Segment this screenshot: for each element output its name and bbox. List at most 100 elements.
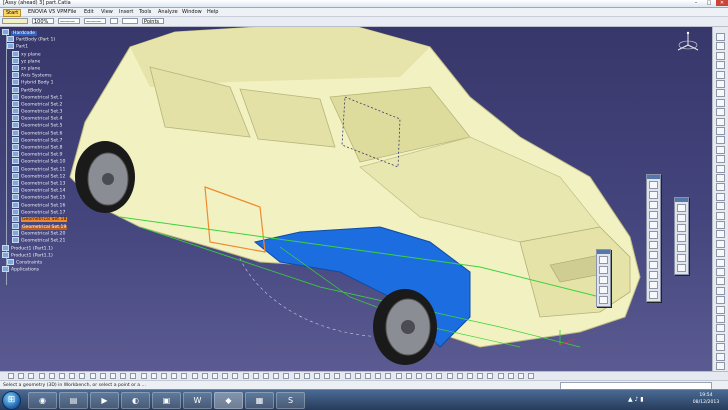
- tool-icon[interactable]: [677, 224, 686, 232]
- tool-icon[interactable]: [599, 276, 608, 284]
- tree-node[interactable]: Constraints: [2, 259, 70, 266]
- tool-icon[interactable]: [293, 373, 300, 379]
- tool-icon[interactable]: [716, 145, 725, 154]
- tool-icon[interactable]: [467, 373, 473, 379]
- tool-icon[interactable]: [252, 373, 259, 379]
- tree-node[interactable]: Axis Systems: [2, 72, 70, 79]
- tool-icon[interactable]: [649, 221, 658, 229]
- compass-icon[interactable]: [676, 31, 700, 55]
- tool-icon[interactable]: [649, 191, 658, 199]
- tool-icon[interactable]: [181, 373, 188, 379]
- taskbar-app-media[interactable]: ▶: [90, 392, 119, 409]
- tool-icon[interactable]: [716, 98, 725, 107]
- tool-icon[interactable]: [716, 174, 725, 182]
- tool-icon[interactable]: [497, 373, 504, 379]
- tool-icon[interactable]: [599, 286, 608, 294]
- tool-icon[interactable]: [716, 51, 725, 60]
- tree-node[interactable]: Part1: [2, 43, 70, 50]
- tool-icon[interactable]: [649, 261, 658, 269]
- tool-icon[interactable]: [677, 244, 686, 252]
- tree-node[interactable]: Geometrical Set.11: [2, 165, 70, 173]
- menu-analyze[interactable]: Analyze: [158, 8, 178, 16]
- tree-node[interactable]: Geometrical Set.14: [2, 187, 70, 194]
- tool-icon[interactable]: [716, 211, 725, 220]
- menu-insert[interactable]: Insert: [119, 8, 133, 16]
- tool-icon[interactable]: [716, 42, 725, 51]
- tree-node[interactable]: Geometrical Set.6: [2, 129, 70, 137]
- tool-icon[interactable]: [89, 373, 96, 379]
- tool-icon[interactable]: [716, 70, 725, 79]
- tool-icon[interactable]: [649, 251, 658, 259]
- tool-icon[interactable]: [375, 373, 382, 379]
- tool-icon[interactable]: [518, 373, 524, 379]
- tool-icon[interactable]: [456, 373, 463, 379]
- tool-icon[interactable]: [716, 333, 725, 342]
- tool-icon[interactable]: [212, 373, 218, 379]
- symbol-field[interactable]: [110, 18, 118, 24]
- tool-icon[interactable]: [716, 80, 725, 88]
- tool-icon[interactable]: [8, 373, 14, 379]
- tree-node[interactable]: Hybrid Body 1: [2, 79, 70, 86]
- tool-icon[interactable]: [599, 296, 608, 304]
- tool-icon[interactable]: [649, 231, 658, 239]
- tree-node[interactable]: Geometrical Set.7: [2, 136, 70, 144]
- tool-icon[interactable]: [649, 271, 658, 279]
- tool-icon[interactable]: [716, 230, 725, 239]
- tool-icon[interactable]: [677, 214, 686, 222]
- tree-node[interactable]: Geometrical Set.13: [2, 179, 70, 187]
- tool-icon[interactable]: [677, 254, 686, 262]
- tool-icon[interactable]: [487, 373, 494, 379]
- system-tray[interactable]: ▲ ♪ ▮: [628, 396, 644, 403]
- menu-edit[interactable]: Edit: [84, 8, 94, 16]
- tool-icon[interactable]: [716, 277, 725, 286]
- tool-icon[interactable]: [716, 136, 725, 145]
- tool-icon[interactable]: [677, 204, 686, 212]
- menu-enovia[interactable]: ENOVIA V5 VPM: [28, 8, 68, 16]
- taskbar-app-skype[interactable]: S: [276, 392, 305, 409]
- tree-node[interactable]: Geometrical Set.18: [2, 215, 70, 223]
- tool-icon[interactable]: [649, 241, 658, 249]
- color-field[interactable]: [2, 18, 28, 24]
- tool-icon[interactable]: [677, 234, 686, 242]
- tool-icon[interactable]: [232, 373, 239, 379]
- 3d-viewport[interactable]: Hardcode PartBody (Part 1) Part1 xy plane yz…: [0, 27, 712, 371]
- tool-icon[interactable]: [28, 373, 35, 379]
- tool-icon[interactable]: [507, 373, 514, 379]
- tool-icon[interactable]: [477, 373, 484, 379]
- tool-icon[interactable]: [649, 291, 658, 299]
- tool-icon[interactable]: [110, 373, 116, 379]
- tool-icon[interactable]: [716, 268, 725, 276]
- tool-icon[interactable]: [716, 343, 725, 352]
- tool-icon[interactable]: [314, 373, 320, 379]
- taskbar-app-explorer[interactable]: ▤: [59, 392, 88, 409]
- tree-node[interactable]: PartBody (Part 1): [2, 36, 70, 43]
- tree-node[interactable]: Geometrical Set.10: [2, 158, 70, 165]
- tool-icon[interactable]: [649, 281, 658, 289]
- layer-field[interactable]: Points: [142, 18, 164, 25]
- tool-icon[interactable]: [716, 258, 725, 267]
- minimize-button[interactable]: –: [690, 0, 702, 6]
- menu-tools[interactable]: Tools: [139, 8, 151, 16]
- tool-icon[interactable]: [395, 373, 402, 379]
- tool-icon[interactable]: [716, 249, 725, 258]
- tree-node[interactable]: yz plane: [2, 57, 70, 65]
- tool-icon[interactable]: [716, 127, 725, 135]
- clock[interactable]: 19:54 08/12/2013: [688, 392, 724, 406]
- tool-icon[interactable]: [273, 373, 280, 379]
- tool-icon[interactable]: [69, 373, 76, 379]
- tool-icon[interactable]: [716, 221, 725, 229]
- menu-view[interactable]: View: [101, 8, 113, 16]
- layer-number-field[interactable]: [122, 18, 138, 24]
- tree-node[interactable]: Geometrical Set.19: [2, 223, 70, 230]
- tree-node[interactable]: Product1 (Part1.1): [2, 251, 70, 259]
- menu-file[interactable]: File: [68, 8, 76, 16]
- tree-node[interactable]: Hardcode: [2, 29, 70, 36]
- tool-icon[interactable]: [716, 192, 725, 201]
- menu-window[interactable]: Window: [182, 8, 202, 16]
- tool-icon[interactable]: [140, 373, 147, 379]
- tree-node[interactable]: Geometrical Set.2: [2, 100, 70, 108]
- tree-node[interactable]: Geometrical Set.1: [2, 93, 70, 101]
- tool-icon[interactable]: [716, 202, 725, 211]
- taskbar-app-firefox[interactable]: ◐: [121, 392, 150, 409]
- tool-icon[interactable]: [716, 239, 725, 248]
